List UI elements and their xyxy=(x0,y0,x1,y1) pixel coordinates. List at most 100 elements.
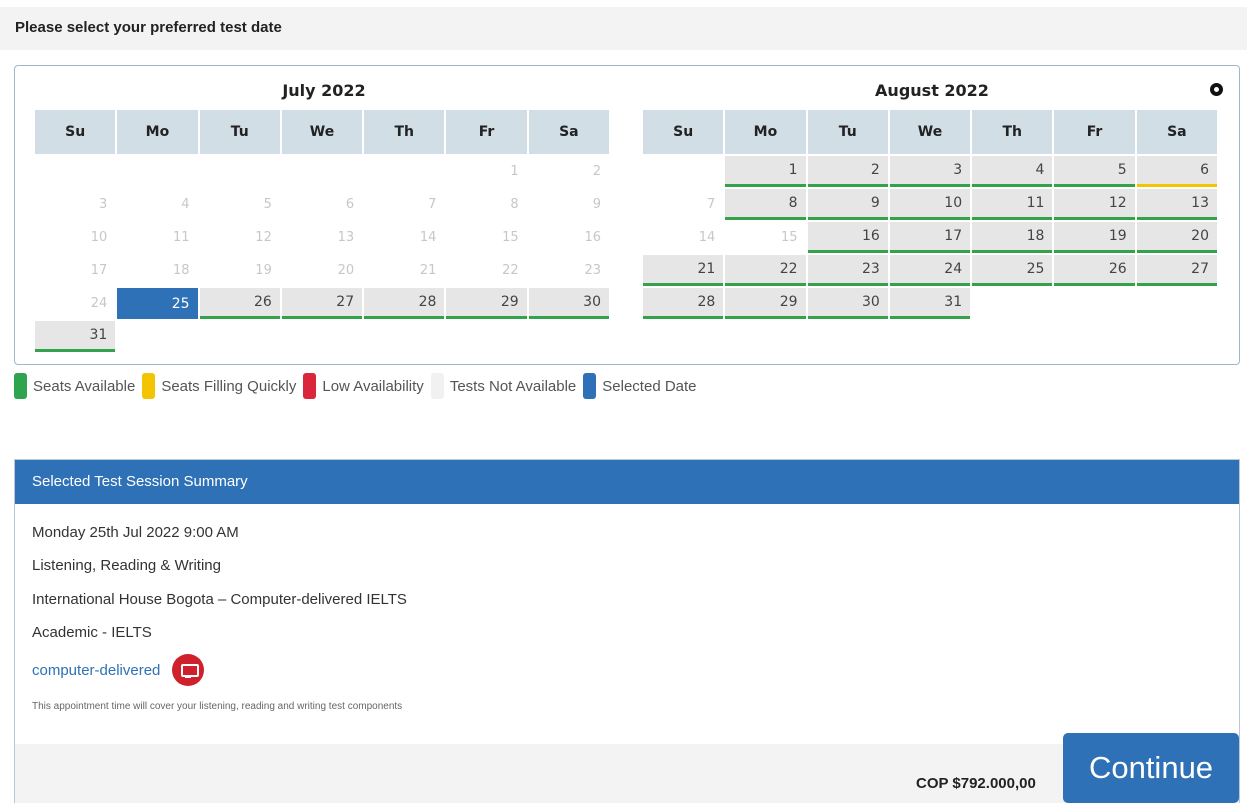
weekday-header-row: Su Mo Tu We Th Fr Sa xyxy=(643,110,1217,154)
weekday-label: We xyxy=(281,110,363,154)
month-august: August 2022 Su Mo Tu We Th Fr Sa 1 2 3 4 5 6 7 8 9 10 11 1… xyxy=(643,78,1221,321)
day-cell[interactable]: 2 xyxy=(807,156,888,187)
day-cell[interactable]: 22 xyxy=(725,255,806,286)
day-cell[interactable]: 31 xyxy=(35,321,116,352)
day-cell[interactable]: 19 xyxy=(1054,222,1135,253)
day-cell: 8 xyxy=(510,197,519,212)
day-cell[interactable]: 18 xyxy=(972,222,1053,253)
day-cell: 2 xyxy=(592,164,601,179)
day-cell: 18 xyxy=(173,263,190,278)
day-cell[interactable]: 16 xyxy=(807,222,888,253)
day-cell: 7 xyxy=(707,197,716,212)
day-cell[interactable]: 4 xyxy=(972,156,1053,187)
day-cell[interactable]: 5 xyxy=(1054,156,1135,187)
week-row: 28 29 30 31 xyxy=(643,288,1217,319)
month-title: July 2022 xyxy=(282,81,366,100)
day-cell[interactable]: 31 xyxy=(889,288,971,319)
weekday-label: Th xyxy=(364,110,445,154)
day-cell: 14 xyxy=(698,230,716,245)
day-cell[interactable]: 21 xyxy=(643,255,724,286)
day-cell[interactable]: 3 xyxy=(889,156,971,187)
week-row: 14 15 16 17 18 19 20 xyxy=(643,222,1217,253)
day-cell: 22 xyxy=(502,263,519,278)
empty-cell xyxy=(529,321,609,352)
day-cell[interactable]: 24 xyxy=(889,255,971,286)
day-cell: 16 xyxy=(584,230,601,245)
week-row: 7 8 9 10 11 12 13 xyxy=(643,189,1217,220)
day-cell: 1 xyxy=(510,164,519,179)
delivery-link[interactable]: computer-delivered xyxy=(32,662,160,679)
day-cell[interactable]: 1 xyxy=(725,156,806,187)
week-row: 12 xyxy=(35,156,609,187)
empty-cell xyxy=(1054,288,1134,319)
day-cell[interactable]: 13 xyxy=(1136,189,1217,220)
weekday-label: Sa xyxy=(1136,110,1217,154)
weekday-label: Mo xyxy=(117,110,198,154)
session-components: Listening, Reading & Writing xyxy=(32,557,221,574)
day-cell[interactable]: 6 xyxy=(1136,156,1217,187)
legend-label: Seats Available xyxy=(33,377,136,395)
day-cell: 7 xyxy=(428,197,437,212)
day-cell: 5 xyxy=(263,197,272,212)
day-cell[interactable]: 23 xyxy=(807,255,888,286)
weekday-label: Tu xyxy=(199,110,280,154)
session-summary: Selected Test Session Summary Monday 25t… xyxy=(14,459,1240,803)
day-cell[interactable]: 27 xyxy=(1136,255,1217,286)
day-cell: 24 xyxy=(90,296,108,311)
legend-label: Tests Not Available xyxy=(449,377,577,395)
day-cell[interactable]: 27 xyxy=(281,288,363,319)
day-cell[interactable]: 8 xyxy=(725,189,806,220)
day-cell[interactable]: 28 xyxy=(643,288,724,319)
empty-cell xyxy=(117,321,197,352)
day-cell[interactable]: 12 xyxy=(1054,189,1135,220)
day-cell: 12 xyxy=(255,230,272,245)
empty-cell xyxy=(446,321,526,352)
day-cell[interactable]: 9 xyxy=(807,189,888,220)
week-row: 21 22 23 24 25 26 27 xyxy=(643,255,1217,286)
weekday-label: Fr xyxy=(1054,110,1135,154)
day-cell[interactable]: 11 xyxy=(972,189,1053,220)
empty-cell xyxy=(643,156,723,187)
empty-cell xyxy=(200,321,280,352)
empty-cell xyxy=(364,321,444,352)
weekday-label: Su xyxy=(35,110,116,154)
legend-swatch xyxy=(583,373,597,399)
day-cell[interactable]: 26 xyxy=(199,288,280,319)
weekday-label: Tu xyxy=(807,110,888,154)
day-cell: 9 xyxy=(592,197,601,212)
day-cell[interactable]: 29 xyxy=(446,288,527,319)
legend-swatch xyxy=(142,373,156,399)
day-cell: 20 xyxy=(337,263,355,278)
day-cell[interactable]: 10 xyxy=(889,189,971,220)
week-row: 31 xyxy=(35,321,609,352)
day-cell-selected[interactable]: 25 xyxy=(117,288,198,319)
summary-footer xyxy=(15,744,1239,803)
legend-label: Seats Filling Quickly xyxy=(161,377,297,395)
day-cell: 11 xyxy=(173,230,190,245)
availability-legend: Seats Available Seats Filling Quickly Low … xyxy=(14,373,704,399)
day-cell[interactable]: 20 xyxy=(1136,222,1217,253)
session-test-type: Academic - IELTS xyxy=(32,624,152,641)
day-cell[interactable]: 30 xyxy=(807,288,888,319)
day-cell: 13 xyxy=(337,230,355,245)
day-cell: 10 xyxy=(90,230,108,245)
day-cell: 23 xyxy=(584,263,601,278)
empty-cell xyxy=(282,156,362,187)
next-month-icon[interactable] xyxy=(1210,83,1223,96)
month-july: July 2022 Su Mo Tu We Th Fr Sa 1 2 3 4 5 6 7 8 9 10 11 12 1… xyxy=(35,78,613,354)
day-cell: 19 xyxy=(255,263,272,278)
session-date: Monday 25th Jul 2022 9:00 AM xyxy=(32,524,239,541)
day-cell: 3 xyxy=(99,197,108,212)
week-row: 123456 xyxy=(643,156,1217,187)
weekday-label: Th xyxy=(972,110,1053,154)
month-title: August 2022 xyxy=(875,81,989,100)
day-cell[interactable]: 30 xyxy=(528,288,609,319)
day-cell[interactable]: 17 xyxy=(889,222,971,253)
day-cell[interactable]: 28 xyxy=(364,288,445,319)
day-cell[interactable]: 26 xyxy=(1054,255,1135,286)
day-cell[interactable]: 25 xyxy=(972,255,1053,286)
day-cell[interactable]: 29 xyxy=(725,288,806,319)
continue-button[interactable]: Continue xyxy=(1063,733,1239,803)
page-header: Please select your preferred test date xyxy=(0,7,1247,50)
weekday-label: Su xyxy=(643,110,724,154)
